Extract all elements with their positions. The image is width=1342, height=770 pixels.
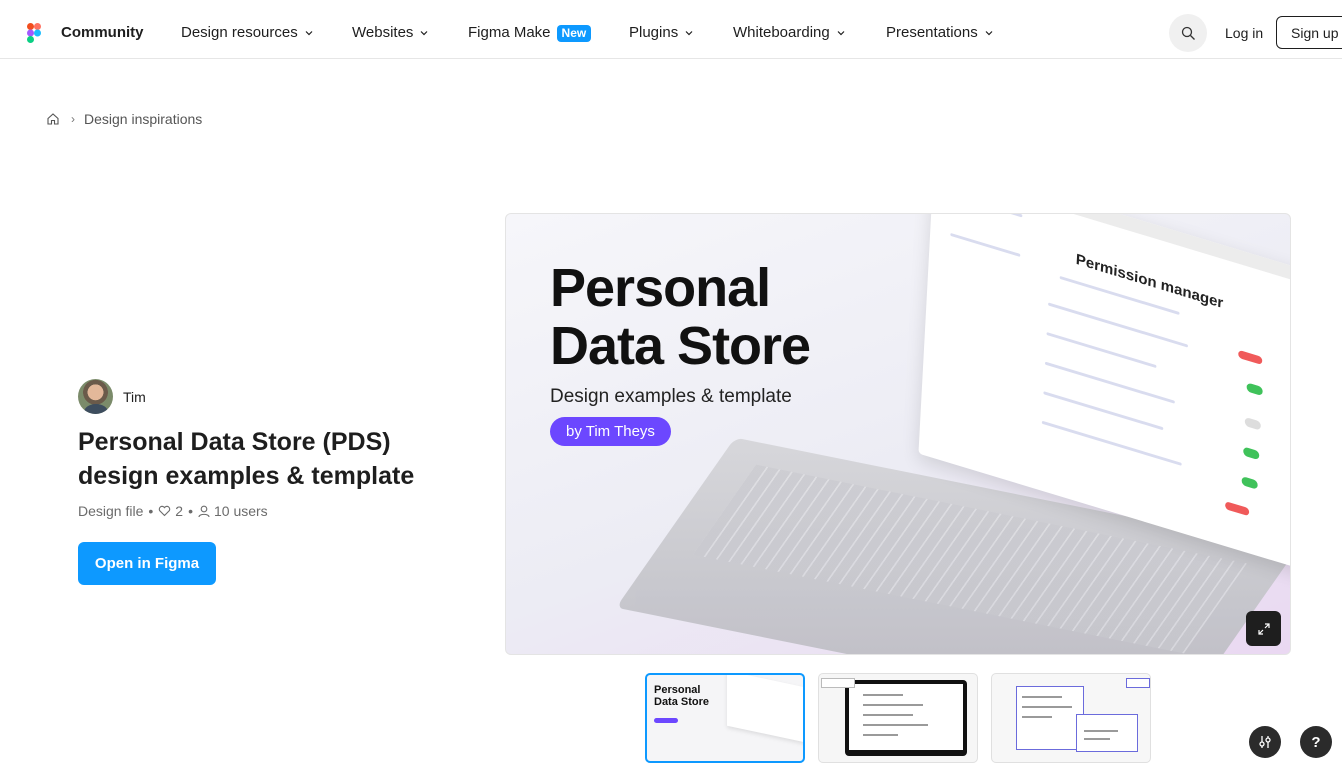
hero-title: Personal Data Store bbox=[550, 258, 811, 376]
hero-author-pill: by Tim Theys bbox=[550, 417, 671, 446]
thumbnail-2[interactable] bbox=[818, 673, 978, 763]
top-nav: Community Design resources Websites Figm… bbox=[0, 0, 1342, 59]
chevron-down-icon bbox=[685, 31, 693, 36]
chevron-down-icon bbox=[985, 31, 993, 36]
new-badge: New bbox=[556, 24, 592, 42]
file-type: Design file bbox=[78, 503, 144, 519]
chevron-down-icon bbox=[420, 31, 428, 36]
thumbnail-frame bbox=[1076, 714, 1138, 752]
login-link[interactable]: Log in bbox=[1225, 25, 1263, 41]
chevron-down-icon bbox=[305, 31, 313, 36]
meta-separator: • bbox=[188, 503, 193, 519]
thumbnail-title: Personal Data Store bbox=[654, 684, 709, 708]
hero-subtitle: Design examples & template bbox=[550, 386, 792, 407]
page-title: Personal Data Store (PDS) design example… bbox=[78, 428, 415, 490]
user-icon bbox=[198, 505, 210, 517]
help-button[interactable]: ? bbox=[1300, 726, 1332, 758]
search-button[interactable] bbox=[1169, 14, 1207, 52]
avatar[interactable] bbox=[78, 379, 113, 414]
nav-community[interactable]: Community bbox=[61, 24, 144, 42]
nav-design-resources[interactable]: Design resources bbox=[181, 24, 314, 42]
heart-icon[interactable] bbox=[158, 505, 171, 517]
thumbnail-frame bbox=[1126, 678, 1150, 688]
thumbnail-3[interactable] bbox=[991, 673, 1151, 763]
thumbnail-title-line: Data Store bbox=[654, 696, 710, 708]
hero-title-line: Data Store bbox=[550, 316, 811, 376]
thumbnail-pill bbox=[654, 718, 678, 723]
nav-figma-make[interactable]: Figma Make New bbox=[468, 24, 592, 42]
file-meta: Design file • 2 • 10 users bbox=[78, 503, 268, 519]
nav-label: Design resources bbox=[181, 24, 298, 41]
nav-label: Plugins bbox=[629, 24, 679, 41]
preview-image[interactable]: Permission manager Personal Data Store D… bbox=[505, 213, 1291, 655]
thumbnail-title-line: Personal bbox=[654, 684, 701, 696]
breadcrumb: › Design inspirations bbox=[46, 111, 202, 127]
nav-label: Whiteboarding bbox=[733, 24, 830, 41]
nav-label: Figma Make bbox=[468, 24, 551, 41]
user-count: 10 users bbox=[213, 503, 268, 519]
nav-label: Presentations bbox=[886, 24, 978, 41]
hero-title-line: Personal bbox=[550, 258, 771, 318]
thumbnail-laptop bbox=[845, 680, 967, 756]
nav-presentations[interactable]: Presentations bbox=[886, 24, 994, 42]
breadcrumb-current[interactable]: Design inspirations bbox=[84, 111, 202, 127]
like-count: 2 bbox=[175, 503, 184, 519]
search-icon bbox=[1181, 26, 1195, 40]
nav-label: Websites bbox=[352, 24, 414, 41]
nav-websites[interactable]: Websites bbox=[352, 24, 429, 42]
expand-button[interactable] bbox=[1246, 611, 1281, 646]
author[interactable]: Tim bbox=[78, 379, 146, 414]
open-in-figma-button[interactable]: Open in Figma bbox=[78, 542, 216, 585]
breadcrumb-separator: › bbox=[71, 112, 75, 126]
customize-button[interactable] bbox=[1249, 726, 1281, 758]
home-icon[interactable] bbox=[46, 112, 60, 126]
thumbnail-1[interactable]: Personal Data Store bbox=[645, 673, 805, 763]
signup-button[interactable]: Sign up bbox=[1276, 16, 1342, 49]
thumbnail-frame bbox=[821, 678, 855, 688]
meta-separator: • bbox=[148, 503, 154, 519]
expand-icon bbox=[1257, 622, 1270, 635]
sliders-icon bbox=[1259, 736, 1271, 748]
author-name[interactable]: Tim bbox=[123, 389, 146, 405]
nav-whiteboarding[interactable]: Whiteboarding bbox=[733, 24, 846, 42]
thumbnail-screen bbox=[727, 675, 803, 743]
figma-logo-icon[interactable] bbox=[27, 23, 41, 43]
nav-plugins[interactable]: Plugins bbox=[629, 24, 694, 42]
chevron-down-icon bbox=[837, 31, 845, 36]
